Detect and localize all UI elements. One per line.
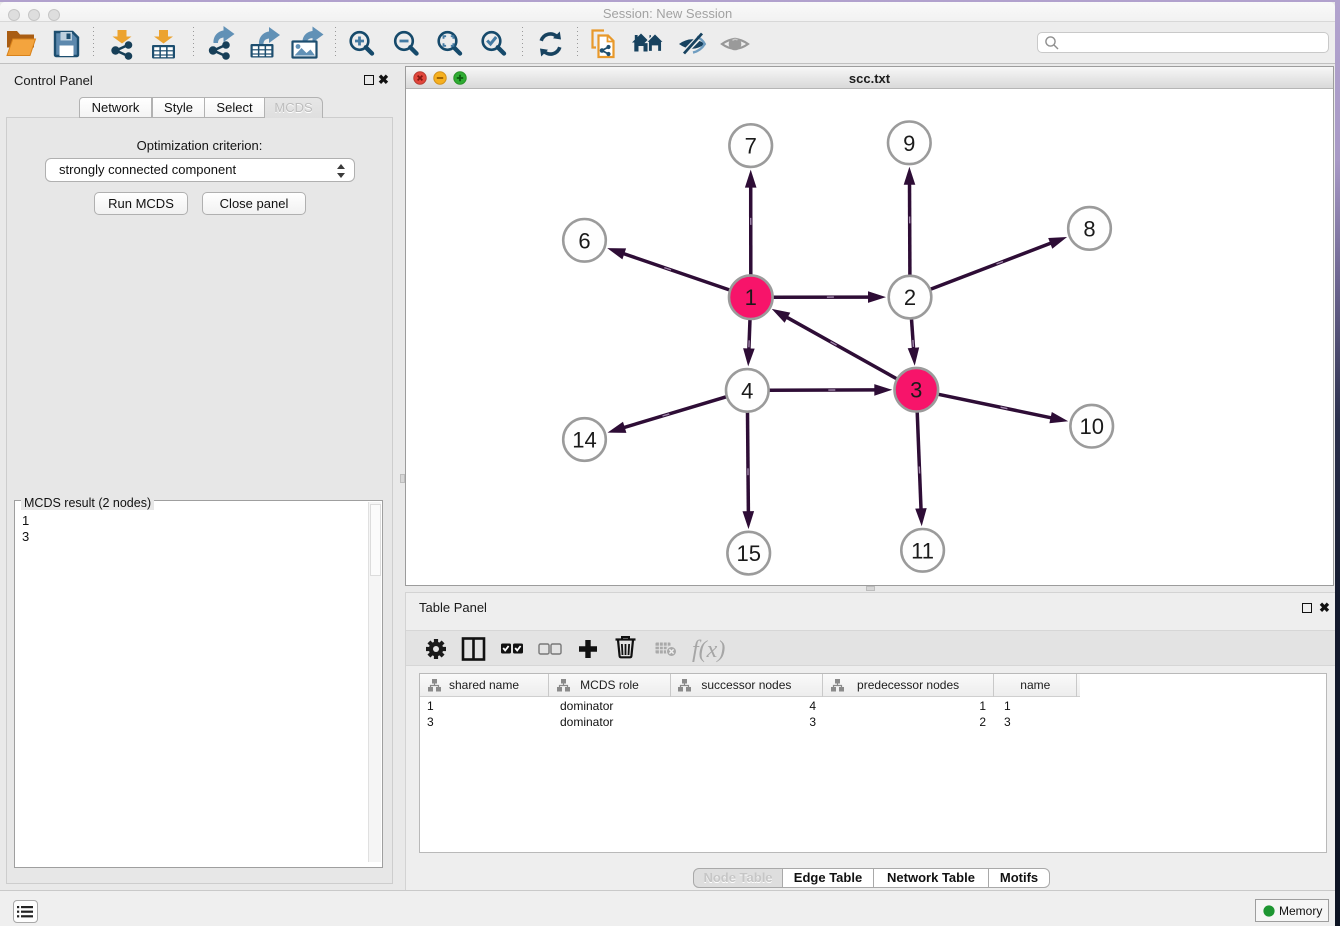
svg-text:3: 3 (910, 378, 922, 403)
svg-text:15: 15 (736, 541, 760, 566)
svg-text:9: 9 (903, 131, 915, 156)
svg-text:7: 7 (745, 134, 757, 159)
svg-text:4: 4 (741, 378, 753, 403)
svg-text:8: 8 (1083, 216, 1095, 241)
svg-text:11: 11 (911, 538, 934, 563)
svg-text:10: 10 (1079, 414, 1103, 439)
svg-text:1: 1 (745, 285, 757, 310)
svg-text:6: 6 (578, 228, 590, 253)
svg-text:14: 14 (572, 428, 596, 453)
svg-text:2: 2 (904, 285, 916, 310)
svg-text:f(x): f(x) (692, 637, 725, 663)
